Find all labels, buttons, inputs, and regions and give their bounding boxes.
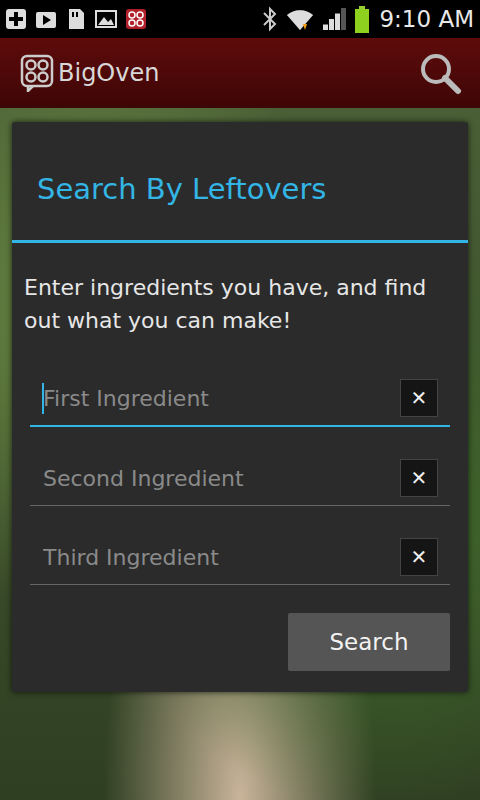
sd-card-icon — [64, 7, 88, 31]
bluetooth-icon — [261, 6, 279, 32]
search-button[interactable]: Search — [288, 613, 450, 671]
play-store-icon — [34, 7, 58, 31]
wifi-icon — [285, 6, 315, 32]
screen: 9:10 AM BigOven Search By Leftovers Enter i… — [0, 0, 480, 800]
clear-button[interactable]: ✕ — [400, 459, 438, 497]
search-dialog: Search By Leftovers Enter ingredients you… — [12, 122, 468, 692]
dialog-message: Enter ingredients you have, and find out… — [24, 271, 454, 337]
app-bar: BigOven — [0, 38, 480, 108]
battery-icon — [355, 6, 369, 33]
gallery-icon — [94, 7, 118, 31]
clear-button[interactable]: ✕ — [400, 538, 438, 576]
bigoven-notification-icon — [124, 7, 148, 31]
ingredient-field: ✕ — [30, 530, 450, 585]
app-title: BigOven — [58, 59, 159, 87]
text-cursor — [42, 383, 44, 414]
clear-button[interactable]: ✕ — [400, 379, 438, 417]
clock: 9:10 AM — [379, 6, 474, 32]
ingredient-field: ✕ — [30, 451, 450, 506]
status-bar: 9:10 AM — [0, 0, 480, 38]
ingredient-field: ✕ — [30, 371, 450, 427]
title-divider — [12, 240, 468, 243]
ingredient-input[interactable] — [30, 460, 394, 497]
add-notification-icon — [4, 7, 28, 31]
content-area: Search By Leftovers Enter ingredients you… — [0, 108, 480, 800]
signal-icon — [321, 6, 349, 32]
app-logo[interactable]: BigOven — [20, 54, 159, 92]
ingredient-input[interactable] — [30, 380, 394, 417]
search-icon[interactable] — [418, 51, 462, 95]
dialog-title: Search By Leftovers — [12, 122, 468, 240]
ingredient-input[interactable] — [30, 539, 394, 576]
bigoven-logo-icon — [20, 54, 54, 92]
